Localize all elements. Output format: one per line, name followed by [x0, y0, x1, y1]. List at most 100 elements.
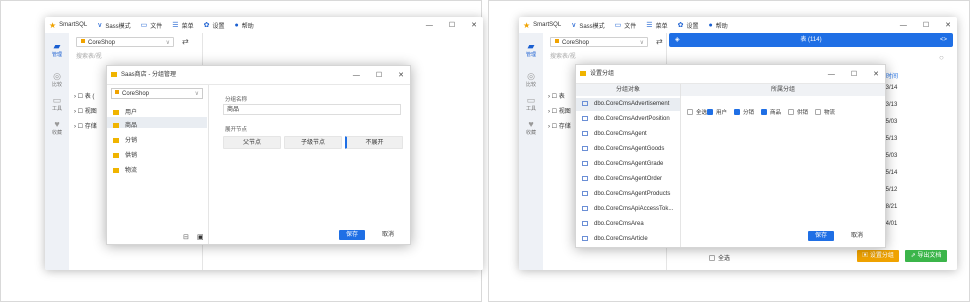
list-icon: ☰: [172, 22, 179, 29]
object-item[interactable]: dbo.CoreCmsAgent: [582, 131, 647, 137]
check-goods[interactable]: 商品: [761, 108, 781, 116]
connection-select[interactable]: CoreShop ∨: [76, 37, 174, 47]
checkbox: [815, 109, 821, 115]
tree-node-views[interactable]: › ☐ 视图: [548, 106, 571, 115]
close-button[interactable]: ✕: [945, 21, 951, 29]
cancel-button[interactable]: 取消: [375, 230, 401, 240]
dialog-minimize-button[interactable]: —: [828, 71, 835, 78]
app-title: ★ SmartSQL: [523, 20, 562, 30]
chevron-down-icon: ∨: [97, 22, 103, 29]
window-controls: — ☐ ✕: [900, 17, 951, 33]
expand-child-button[interactable]: 子级节点: [284, 136, 342, 149]
save-button[interactable]: 保存: [808, 231, 834, 241]
minimize-button[interactable]: —: [426, 22, 433, 29]
add-icon[interactable]: ▣: [197, 233, 204, 241]
table-icon: [582, 146, 588, 151]
table-count-label: 表 (114): [800, 37, 822, 43]
sidebar-item-manage[interactable]: ▰ 管理: [45, 41, 69, 58]
tree-node-procs[interactable]: › ☐ 存储: [548, 121, 571, 130]
table-header-bar: ◈ 表 (114) <>: [669, 33, 953, 47]
minimize-button[interactable]: —: [900, 22, 907, 29]
check-supply[interactable]: 供销: [788, 108, 808, 116]
object-item[interactable]: dbo.CoreCmsAgentOrder: [582, 176, 662, 182]
menu-settings[interactable]: ✿ 设置: [678, 21, 699, 30]
object-item[interactable]: dbo.CoreCmsAgentProducts: [582, 191, 670, 197]
maximize-button[interactable]: ☐: [449, 21, 455, 29]
tree-node-views[interactable]: › ☐ 视图: [74, 106, 97, 115]
group-name-input[interactable]: 商品: [223, 104, 401, 115]
cancel-button[interactable]: 取消: [844, 231, 870, 241]
info-icon: ●: [234, 21, 239, 29]
check-users[interactable]: 用户: [707, 108, 727, 116]
dialog-minimize-button[interactable]: —: [353, 72, 360, 79]
gear-icon: ✿: [677, 22, 684, 29]
object-item[interactable]: dbo.CoreCmsArea: [582, 221, 644, 227]
export-doc-button[interactable]: ⇗ 导出文档: [905, 250, 947, 262]
object-item[interactable]: dbo.CoreCmsAgentGrade: [582, 161, 663, 167]
menu-settings[interactable]: ✿ 设置: [204, 21, 225, 30]
sidebar-item-manage[interactable]: ▰ 管理: [519, 41, 543, 58]
search-input[interactable]: 搜索表/视: [76, 51, 102, 60]
group-item-distribution[interactable]: 分销: [113, 135, 137, 144]
dialog-close-button[interactable]: ✕: [873, 70, 879, 78]
check-select-all[interactable]: 全选: [687, 108, 707, 116]
object-item[interactable]: dbo.CoreCmsAdvertPosition: [582, 116, 670, 122]
checkbox-checked: [761, 109, 767, 115]
menu-file[interactable]: ▭ 文件: [141, 21, 163, 30]
checkbox: [788, 109, 794, 115]
db-icon: [115, 90, 119, 94]
refresh-icon[interactable]: ⇄: [182, 37, 189, 46]
checkbox: [687, 109, 693, 115]
menu-help[interactable]: ● 帮助: [708, 21, 727, 30]
search-input[interactable]: 搜索表/视: [550, 51, 576, 60]
search-icon[interactable]: ○: [939, 53, 944, 62]
tree-node-procs[interactable]: › ☐ 存储: [74, 121, 97, 130]
menu-help[interactable]: ● 帮助: [234, 21, 253, 30]
table-icon: [582, 236, 588, 241]
connection-select[interactable]: CoreShop ∨: [550, 37, 648, 47]
table-icon: [582, 221, 588, 226]
table-icon: [582, 101, 588, 106]
tree-node-tables[interactable]: › ☐ 表: [548, 91, 565, 100]
sidebar-item-tools[interactable]: ▭ 工具: [519, 95, 543, 112]
group-item-users[interactable]: 用户: [113, 107, 137, 116]
sidebar-item-compare[interactable]: ◎ 比较: [519, 71, 543, 88]
sidebar: ▰ 管理 ◎ 比较 ▭ 工具 ♥ 收藏: [519, 33, 543, 270]
group-item-goods[interactable]: 商品: [113, 120, 137, 129]
expand-parent-button[interactable]: 父节点: [223, 136, 281, 149]
menu-saas-mode[interactable]: ∨ Sass模式: [571, 21, 604, 30]
refresh-icon[interactable]: ⇄: [656, 37, 663, 46]
tree-node-tables[interactable]: › ☐ 表 (: [74, 91, 94, 100]
check-logistics[interactable]: 物流: [815, 108, 835, 116]
toolbox-icon: ▭: [52, 95, 62, 105]
close-button[interactable]: ✕: [471, 21, 477, 29]
app-title: ★ SmartSQL: [49, 20, 88, 30]
object-item[interactable]: dbo.CoreCmsArticle: [582, 236, 648, 242]
sidebar-item-compare[interactable]: ◎ 比较: [45, 71, 69, 88]
dialog-connection-select[interactable]: CoreShop ∨: [111, 88, 203, 99]
folder-icon: ▭: [614, 22, 622, 29]
menu-saas-mode[interactable]: ∨ Sass模式: [97, 21, 130, 30]
maximize-button[interactable]: ☐: [923, 21, 929, 29]
object-item[interactable]: dbo.CoreCmsApiAccessTok...: [582, 206, 673, 212]
menu-menu[interactable]: ☰ 菜单: [646, 21, 667, 30]
check-distribution[interactable]: 分销: [734, 108, 754, 116]
no-expand-button[interactable]: 不展开: [345, 136, 403, 149]
trash-icon[interactable]: ⊟: [183, 233, 189, 241]
object-item[interactable]: dbo.CoreCmsAgentGoods: [582, 146, 664, 152]
object-item[interactable]: dbo.CoreCmsAdvertisement: [582, 101, 669, 107]
code-icon[interactable]: <>: [940, 33, 947, 47]
dialog-maximize-button[interactable]: ☐: [851, 70, 857, 78]
dialog-close-button[interactable]: ✕: [398, 71, 404, 79]
sidebar-item-favorites[interactable]: ♥ 收藏: [519, 119, 543, 136]
group-item-supply[interactable]: 供销: [113, 150, 137, 159]
select-all-bottom[interactable]: 全选: [709, 253, 730, 262]
set-group-button[interactable]: ▣ 设置分组: [857, 250, 899, 262]
group-item-logistics[interactable]: 物流: [113, 165, 137, 174]
sidebar-item-tools[interactable]: ▭ 工具: [45, 95, 69, 112]
sidebar-item-favorites[interactable]: ♥ 收藏: [45, 119, 69, 136]
menu-menu[interactable]: ☰ 菜单: [172, 21, 193, 30]
menu-file[interactable]: ▭ 文件: [615, 21, 637, 30]
dialog-maximize-button[interactable]: ☐: [376, 71, 382, 79]
save-button[interactable]: 保存: [339, 230, 365, 240]
